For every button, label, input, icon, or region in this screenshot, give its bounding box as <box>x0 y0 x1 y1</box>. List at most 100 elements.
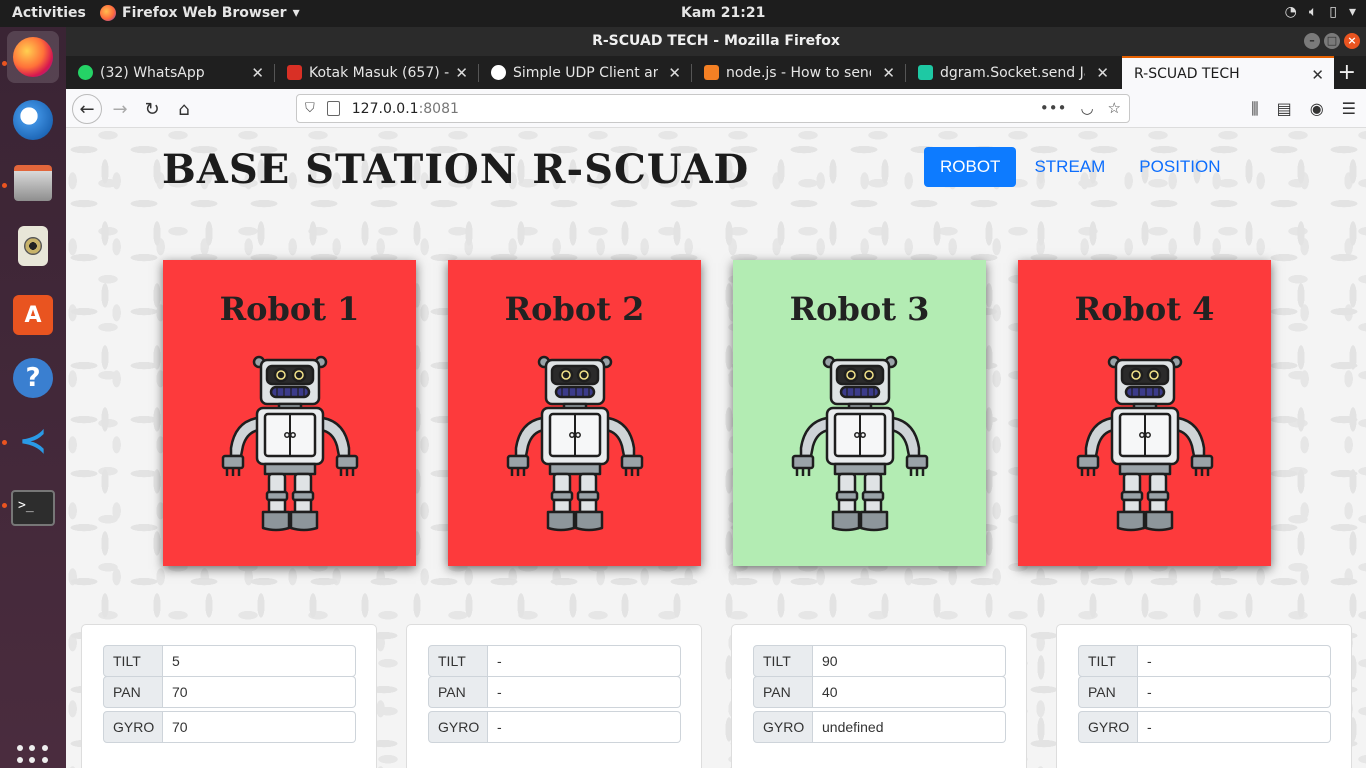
site-nav: ROBOT STREAM POSITION <box>924 147 1237 187</box>
pan-value: 70 <box>163 676 356 708</box>
tilt-label: TILT <box>428 645 488 677</box>
help-icon: ? <box>13 358 53 398</box>
nav-stream[interactable]: STREAM <box>1018 147 1121 187</box>
maximize-button[interactable]: □ <box>1324 33 1340 49</box>
robot-card-4[interactable]: Robot 4 <box>1018 260 1271 566</box>
gyro-value: - <box>488 711 681 743</box>
url-text[interactable]: 127.0.0.1:8081 <box>352 101 459 117</box>
vscode-icon: ≺ <box>18 421 48 461</box>
menu-icon[interactable]: ☰ <box>1342 99 1356 119</box>
network-icon: ◔ <box>1284 4 1297 20</box>
reload-icon[interactable]: ↻ <box>137 94 167 124</box>
robot-name: Robot 2 <box>504 290 645 328</box>
system-top-bar: Activities Firefox Web Browser ▾ Kam 21:… <box>0 0 1366 27</box>
tilt-label: TILT <box>753 645 813 677</box>
tab-whatsapp[interactable]: (32) WhatsApp ✕ <box>66 56 274 89</box>
chevron-down-icon: ▾ <box>292 5 300 21</box>
pan-value: - <box>488 676 681 708</box>
close-icon[interactable]: ✕ <box>1096 64 1109 82</box>
pan-value: - <box>1138 676 1331 708</box>
minimize-button[interactable]: – <box>1304 33 1320 49</box>
pan-label: PAN <box>428 676 488 708</box>
account-icon[interactable]: ◉ <box>1310 99 1324 119</box>
new-tab-icon[interactable]: + <box>1338 60 1356 85</box>
tab-rscuad[interactable]: R-SCUAD TECH ✕ <box>1122 56 1334 89</box>
tilt-value: - <box>1138 645 1331 677</box>
thunderbird-icon <box>13 100 53 140</box>
close-icon[interactable]: ✕ <box>1311 66 1324 84</box>
show-apps-icon[interactable] <box>17 745 49 768</box>
pan-label: PAN <box>103 676 163 708</box>
gyro-value: - <box>1138 711 1331 743</box>
close-window-button[interactable]: × <box>1344 33 1360 49</box>
robot-illustration <box>1076 355 1214 532</box>
pocket-icon[interactable]: ◡ <box>1080 99 1093 117</box>
close-icon[interactable]: ✕ <box>251 64 264 82</box>
bookmark-star-icon[interactable]: ☆ <box>1108 99 1121 117</box>
back-arrow-icon[interactable]: ← <box>72 94 102 124</box>
dock-thunderbird[interactable] <box>7 94 59 146</box>
app-menu-label: Firefox Web Browser <box>122 5 287 21</box>
firefox-icon <box>100 5 116 21</box>
dock-terminal[interactable]: >_ <box>7 482 59 534</box>
dock-firefox[interactable] <box>7 31 59 83</box>
tab-label: R-SCUAD TECH <box>1134 65 1240 82</box>
gyro-label: GYRO <box>1078 711 1138 743</box>
tilt-value: - <box>488 645 681 677</box>
page-icon <box>326 101 340 116</box>
tilt-value: 5 <box>163 645 356 677</box>
close-icon[interactable]: ✕ <box>668 64 681 82</box>
app-menu[interactable]: Firefox Web Browser ▾ <box>100 5 300 21</box>
rhythmbox-icon <box>18 226 48 266</box>
robot-name: Robot 1 <box>219 290 360 328</box>
stat-card-4: TILT - PAN - GYRO - <box>1056 624 1352 768</box>
shield-icon[interactable]: ⛉ <box>305 101 315 116</box>
navigation-toolbar: ← → ↻ ⌂ ⛉ 127.0.0.1:8081 ••• ◡ ☆ ⫼ ▤ ◉ ☰ <box>66 89 1366 128</box>
window-title: R-SCUAD TECH - Mozilla Firefox <box>592 33 840 49</box>
stat-card-1: TILT 5 PAN 70 GYRO 70 <box>81 624 377 768</box>
robot-card-1[interactable]: Robot 1 <box>163 260 416 566</box>
robot-name: Robot 3 <box>789 290 930 328</box>
close-icon[interactable]: ✕ <box>455 64 468 82</box>
close-icon[interactable]: ✕ <box>882 64 895 82</box>
gyro-label: GYRO <box>428 711 488 743</box>
gyro-value: 70 <box>163 711 356 743</box>
dock-files[interactable] <box>7 157 59 209</box>
tab-label: Kotak Masuk (657) - da <box>309 64 454 81</box>
stackoverflow-icon <box>704 65 719 80</box>
nav-position[interactable]: POSITION <box>1123 147 1236 187</box>
tab-dgram-docs[interactable]: dgram.Socket.send Jav ✕ <box>906 56 1119 89</box>
nav-robot[interactable]: ROBOT <box>924 147 1017 187</box>
sidebar-icon[interactable]: ▤ <box>1277 99 1292 119</box>
dock-rhythmbox[interactable] <box>7 220 59 272</box>
tab-label: dgram.Socket.send Jav <box>940 64 1085 81</box>
dock-vscode[interactable]: ≺ <box>7 415 59 467</box>
home-icon[interactable]: ⌂ <box>169 94 199 124</box>
gyro-label: GYRO <box>753 711 813 743</box>
robot-card-3[interactable]: Robot 3 <box>733 260 986 566</box>
chevron-down-icon: ▾ <box>1348 4 1356 20</box>
tab-stackoverflow[interactable]: node.js - How to send a ✕ <box>692 56 905 89</box>
dock-help[interactable]: ? <box>7 352 59 404</box>
window-title-bar: R-SCUAD TECH - Mozilla Firefox – □ × <box>66 27 1366 56</box>
robot-stats: TILT 5 PAN 70 GYRO 70 TILT - PAN - GYRO - TILT… <box>66 624 1366 768</box>
activities-button[interactable]: Activities <box>12 5 86 21</box>
tab-gmail[interactable]: Kotak Masuk (657) - da ✕ <box>275 56 478 89</box>
forward-arrow-icon[interactable]: → <box>105 94 135 124</box>
robot-illustration <box>506 355 644 532</box>
robot-card-2[interactable]: Robot 2 <box>448 260 701 566</box>
tab-github[interactable]: Simple UDP Client and ✕ <box>479 56 691 89</box>
tilt-label: TILT <box>103 645 163 677</box>
library-icon[interactable]: ⫼ <box>1251 99 1258 119</box>
robot-name: Robot 4 <box>1074 290 1215 328</box>
clock[interactable]: Kam 21:21 <box>681 5 765 21</box>
tab-label: node.js - How to send a <box>726 64 871 81</box>
tilt-label: TILT <box>1078 645 1138 677</box>
files-icon <box>14 165 52 201</box>
address-bar[interactable]: ⛉ 127.0.0.1:8081 ••• ◡ ☆ <box>296 94 1130 123</box>
dock-software[interactable]: A <box>7 289 59 341</box>
more-actions-icon[interactable]: ••• <box>1040 99 1067 117</box>
page-content: BASE STATION R-SCUAD ROBOT STREAM POSITI… <box>66 128 1366 768</box>
stat-card-2: TILT - PAN - GYRO - <box>406 624 702 768</box>
system-tray[interactable]: ◔ 🔈︎ ▯ ▾ <box>1285 4 1356 20</box>
